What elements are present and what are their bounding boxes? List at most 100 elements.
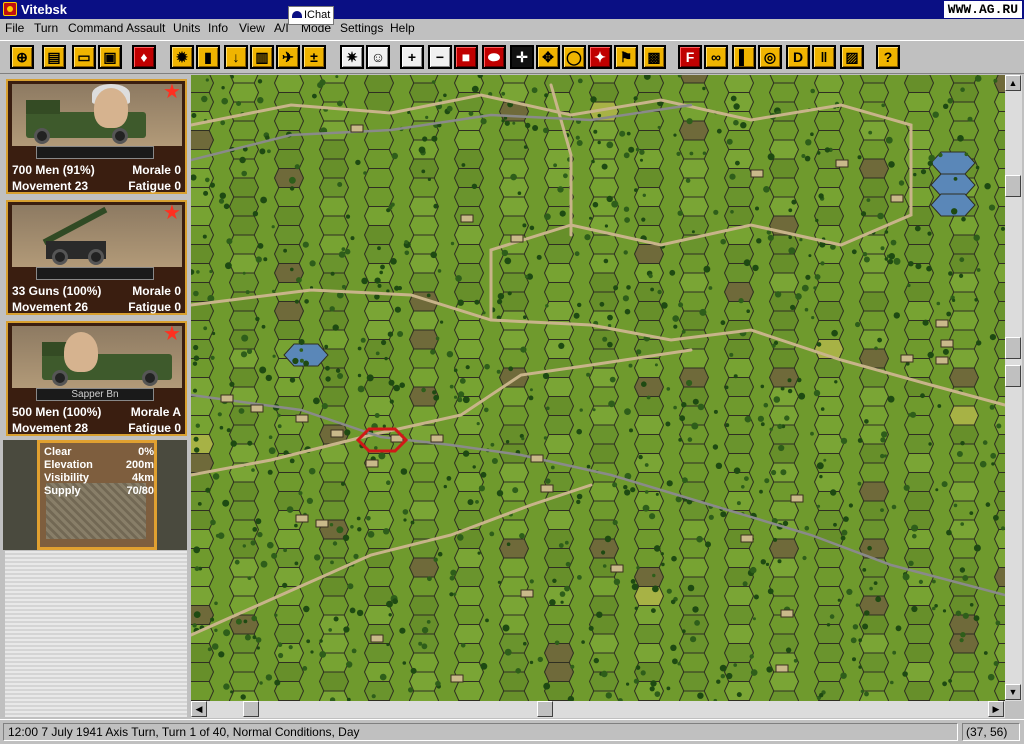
toolbar-button-disk[interactable]: ◎: [758, 45, 782, 69]
menu-file[interactable]: File: [5, 21, 24, 35]
scroll-left-icon[interactable]: ◀: [191, 701, 207, 717]
toolbar-button-explosion[interactable]: ✷: [340, 45, 364, 69]
menu-turn[interactable]: Turn: [34, 21, 58, 35]
toolbar-button-target[interactable]: ⊕: [10, 45, 34, 69]
unit-counter[interactable]: [430, 434, 444, 443]
pause-icon: ‖: [820, 49, 828, 65]
scroll-thumb[interactable]: [1005, 365, 1021, 387]
terrain-info: Clear 0% Elevation 200m Visibility 4km Supp…: [37, 440, 157, 550]
toolbar-button-help[interactable]: ?: [876, 45, 900, 69]
toolbar-button-binoculars[interactable]: ∞: [704, 45, 728, 69]
unit-panel: ★ 700 Men (91%) Morale 0 Movement 23 Fat…: [0, 75, 190, 718]
scroll-thumb[interactable]: [243, 701, 259, 717]
menu-view[interactable]: View: [239, 21, 265, 35]
toolbar-button-info[interactable]: ♦: [132, 45, 156, 69]
toolbar-button-ellipse[interactable]: ◯: [562, 45, 586, 69]
unit-counter[interactable]: [775, 664, 789, 673]
hex-map[interactable]: [191, 75, 1005, 701]
unit-counter[interactable]: [780, 609, 794, 618]
unit-counter[interactable]: [510, 234, 524, 243]
unit-counter[interactable]: [330, 429, 344, 438]
terrain-row: Visibility 4km: [44, 472, 154, 484]
scroll-down-icon[interactable]: ▼: [1005, 684, 1021, 700]
unit-counter[interactable]: [935, 356, 949, 365]
scroll-right-icon[interactable]: ▶: [988, 701, 1004, 717]
toolbar-button-settings[interactable]: ✹: [170, 45, 194, 69]
unit-card[interactable]: ★ 700 Men (91%) Morale 0 Movement 23 Fat…: [6, 79, 187, 194]
toolbar-button-reinforce[interactable]: ±: [302, 45, 326, 69]
unit-counter[interactable]: [315, 519, 329, 528]
unit-counter[interactable]: [900, 354, 914, 363]
unit-counter[interactable]: [790, 494, 804, 503]
menu-help[interactable]: Help: [390, 21, 415, 35]
toolbar-button-objective[interactable]: ✥: [536, 45, 560, 69]
open-icon: ▭: [77, 49, 91, 65]
scroll-thumb[interactable]: [1005, 175, 1021, 197]
unit-counter[interactable]: [350, 124, 364, 133]
toolbar-button-open[interactable]: ▭: [72, 45, 96, 69]
ichat-popup[interactable]: IChat: [288, 6, 334, 25]
toolbar-button-flag[interactable]: ⚑: [614, 45, 638, 69]
unit-counter[interactable]: [370, 634, 384, 643]
water-hex[interactable]: [930, 151, 976, 175]
unit-counter[interactable]: [610, 564, 624, 573]
toolbar-button-dig[interactable]: ↓: [224, 45, 248, 69]
unit-icon: ■: [461, 49, 471, 65]
toolbar-button-zoom-out[interactable]: −: [428, 45, 452, 69]
toolbar-button-aircraft[interactable]: ✈: [276, 45, 300, 69]
unit-movement: Movement 23: [12, 179, 89, 193]
column-icon: ▮: [204, 49, 212, 65]
unit-counter[interactable]: [890, 194, 904, 203]
toolbar-button-unit[interactable]: ■: [454, 45, 478, 69]
toolbar-button-move[interactable]: ▤: [42, 45, 66, 69]
hex-grid[interactable]: [191, 75, 1005, 701]
map-canvas[interactable]: [191, 75, 1005, 701]
toolbar-button-leader[interactable]: ☺: [366, 45, 390, 69]
unit-counter[interactable]: [835, 159, 849, 168]
unit-card[interactable]: ★ Sapper Bn 500 Men (100%) Morale A Move…: [6, 321, 187, 436]
unit-counter[interactable]: [940, 339, 954, 348]
menu-ai[interactable]: A/I: [274, 21, 289, 35]
toolbar-button-fire[interactable]: F: [678, 45, 702, 69]
toolbar-button-rail[interactable]: ▥: [250, 45, 274, 69]
toolbar-button-star[interactable]: ✦: [588, 45, 612, 69]
toolbar-button-ammo[interactable]: ▌: [732, 45, 756, 69]
menu-info[interactable]: Info: [208, 21, 228, 35]
vertical-scrollbar[interactable]: ▲ ▼: [1005, 75, 1022, 701]
unit-counter[interactable]: [250, 404, 264, 413]
water-hex[interactable]: [930, 173, 976, 197]
unit-card[interactable]: ★ 33 Guns (100%) Morale 0 Movement 26 Fa…: [6, 200, 187, 315]
unit-counter[interactable]: [740, 534, 754, 543]
horizontal-scrollbar[interactable]: ◀ ▶: [191, 701, 1005, 718]
unit-counter[interactable]: [750, 169, 764, 178]
unit-counter[interactable]: [450, 674, 464, 683]
unit-counter[interactable]: [295, 414, 309, 423]
unit-counter[interactable]: [220, 394, 234, 403]
app-icon[interactable]: [3, 2, 17, 16]
toolbar-button-note[interactable]: ▨: [840, 45, 864, 69]
scroll-thumb[interactable]: [1005, 337, 1021, 359]
unit-counter[interactable]: [460, 214, 474, 223]
objective-icon: ✥: [542, 49, 554, 65]
menu-assault[interactable]: Assault: [126, 21, 165, 35]
toolbar-button-zoom-in[interactable]: +: [400, 45, 424, 69]
toolbar-button-pause[interactable]: ‖: [812, 45, 836, 69]
toolbar-button-d[interactable]: D: [786, 45, 810, 69]
toolbar-button-column[interactable]: ▮: [196, 45, 220, 69]
unit-counter[interactable]: [520, 589, 534, 598]
menu-units[interactable]: Units: [173, 21, 200, 35]
toolbar-button-crosshair[interactable]: ✛: [510, 45, 534, 69]
menu-settings[interactable]: Settings: [340, 21, 383, 35]
toolbar-button-hex-red[interactable]: ⬬: [482, 45, 506, 69]
unit-name: [36, 146, 154, 159]
scroll-thumb[interactable]: [537, 701, 553, 717]
unit-counter[interactable]: [540, 484, 554, 493]
unit-counter[interactable]: [365, 459, 379, 468]
unit-counter[interactable]: [295, 514, 309, 523]
unit-counter[interactable]: [530, 454, 544, 463]
unit-counter[interactable]: [935, 319, 949, 328]
menu-command[interactable]: Command: [68, 21, 123, 35]
toolbar-button-document[interactable]: ▩: [642, 45, 666, 69]
toolbar-button-save[interactable]: ▣: [98, 45, 122, 69]
scroll-up-icon[interactable]: ▲: [1005, 75, 1021, 91]
